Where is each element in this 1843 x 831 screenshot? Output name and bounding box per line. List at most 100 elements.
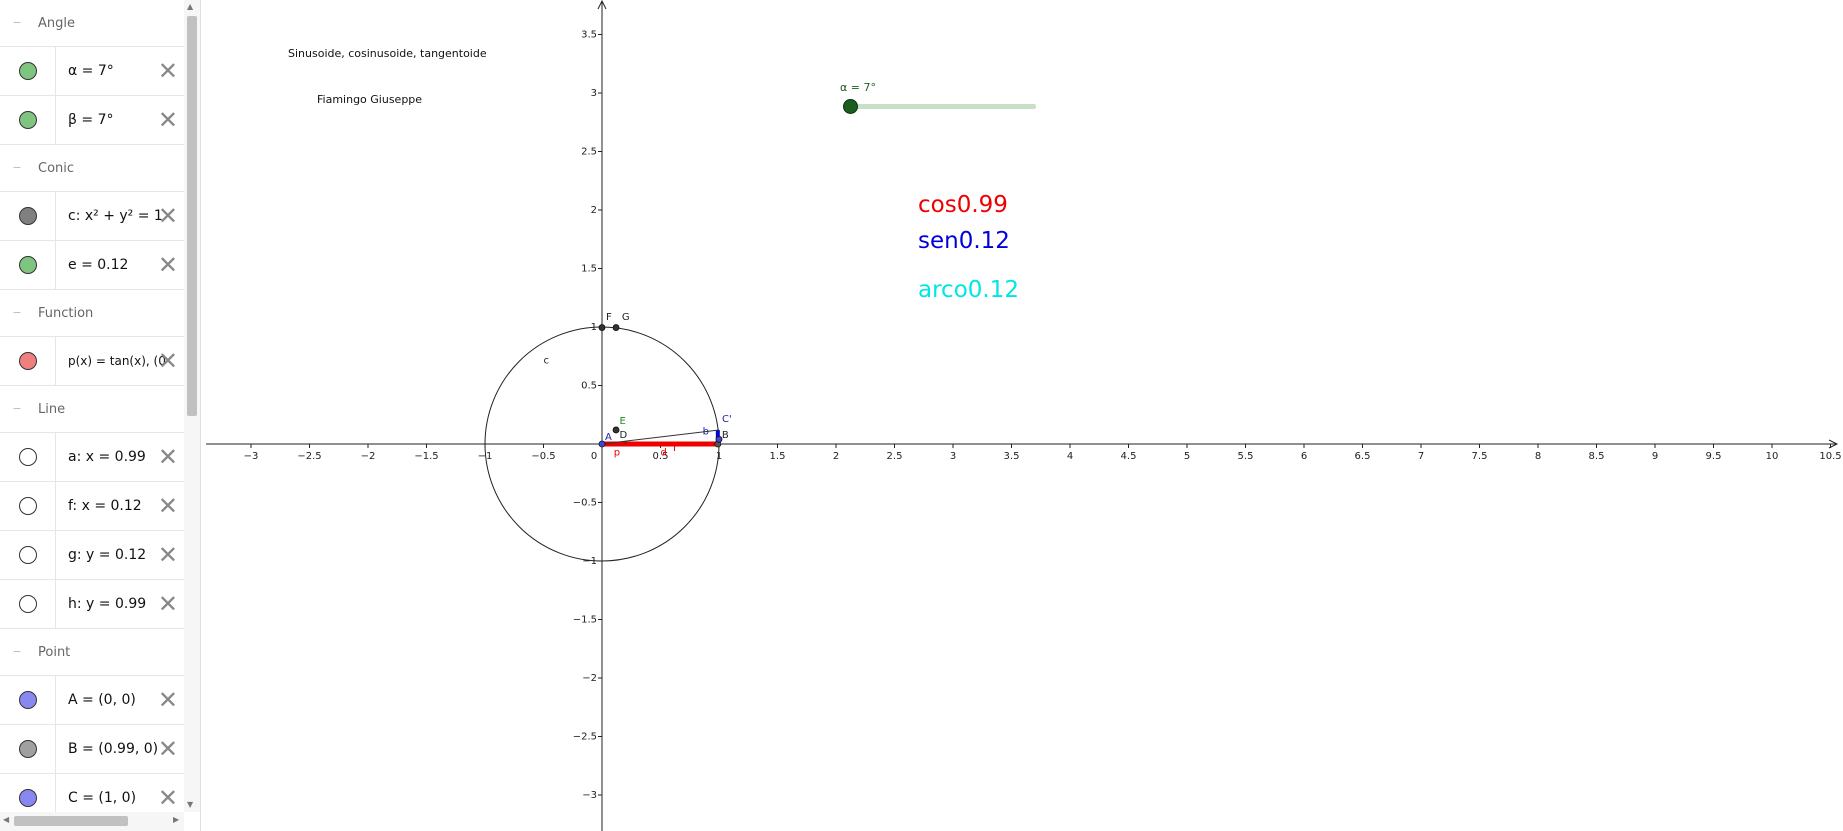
item-expression[interactable]: p(x) = tan(x), (0 <box>68 354 168 368</box>
worksheet-title: Sinusoide, cosinusoide, tangentoide <box>288 47 487 60</box>
horizontal-scrollbar[interactable]: ◀ ▶ <box>0 812 184 831</box>
delete-icon[interactable]: ✕ <box>158 349 178 373</box>
delete-icon[interactable]: ✕ <box>158 786 178 810</box>
visibility-toggle[interactable] <box>18 595 37 613</box>
label-F: F <box>606 312 612 323</box>
scroll-thumb[interactable] <box>14 816 128 826</box>
delete-icon[interactable]: ✕ <box>158 253 178 277</box>
algebra-panel: − Angle α = 7° ✕ β = 7° ✕ − Conic c: x² + y²… <box>0 0 201 831</box>
algebra-item-h[interactable]: h: y = 0.99 ✕ <box>0 580 184 629</box>
item-expression[interactable]: A = (0, 0) <box>68 692 168 708</box>
visibility-toggle[interactable] <box>18 62 37 80</box>
x-tick-label: −2 <box>361 451 376 462</box>
label-c: c <box>544 355 550 366</box>
sen-value-text: sen0.12 <box>918 228 1010 254</box>
visibility-toggle[interactable] <box>18 740 37 758</box>
x-tick-label: 0 <box>591 451 597 462</box>
visibility-toggle[interactable] <box>18 207 37 225</box>
algebra-item-beta[interactable]: β = 7° ✕ <box>0 96 184 145</box>
algebra-item-g[interactable]: g: y = 0.12 ✕ <box>0 531 184 580</box>
visibility-toggle[interactable] <box>18 256 37 274</box>
delete-icon[interactable]: ✕ <box>158 737 178 761</box>
item-expression[interactable]: g: y = 0.12 <box>68 547 168 563</box>
coordinate-plane[interactable]: −3 −2.5 −2 −1.5 −1 −0.5 0 0.5 1 1.5 2 2.5 3 3.5 4 4.5 5 5… <box>206 0 1843 831</box>
scroll-up-icon[interactable]: ▲ <box>187 2 193 11</box>
algebra-item-C[interactable]: C = (1, 0) ✕ <box>0 774 184 812</box>
delete-icon[interactable]: ✕ <box>158 494 178 518</box>
x-tick-label: 2.5 <box>887 451 903 462</box>
item-expression[interactable]: a: x = 0.99 <box>68 449 168 465</box>
scroll-down-icon[interactable]: ▼ <box>187 800 193 809</box>
item-expression[interactable]: e = 0.12 <box>68 257 168 273</box>
visibility-toggle[interactable] <box>18 691 37 709</box>
visibility-toggle[interactable] <box>18 497 37 515</box>
collapse-icon[interactable]: − <box>12 17 22 28</box>
label-E: E <box>620 416 626 427</box>
delete-icon[interactable]: ✕ <box>158 543 178 567</box>
vertical-scrollbar[interactable]: ▲ ▼ <box>184 0 200 812</box>
visibility-toggle[interactable] <box>18 448 37 466</box>
tick-labels: −3 −2.5 −2 −1.5 −1 −0.5 0 0.5 1 1.5 2 2.5 3 3.5 4 4.5 5 5… <box>244 30 1842 802</box>
algebra-item-alpha[interactable]: α = 7° ✕ <box>0 47 184 96</box>
x-tick-label: 10 <box>1766 451 1779 462</box>
x-tick-label: 8 <box>1535 451 1541 462</box>
collapse-icon[interactable]: − <box>12 162 22 173</box>
y-tick-label: −2.5 <box>573 732 597 743</box>
item-expression[interactable]: c: x² + y² = 1 <box>68 208 168 224</box>
algebra-item-a[interactable]: a: x = 0.99 ✕ <box>0 433 184 482</box>
x-tick-label: −2.5 <box>297 451 321 462</box>
graphics-view[interactable]: −3 −2.5 −2 −1.5 −1 −0.5 0 0.5 1 1.5 2 2.5 3 3.5 4 4.5 5 5… <box>206 0 1843 831</box>
group-title: Angle <box>38 15 75 31</box>
label-G: G <box>622 312 630 323</box>
scroll-left-icon[interactable]: ◀ <box>3 815 9 824</box>
slider-label: α = 7° <box>840 81 876 94</box>
item-expression[interactable]: β = 7° <box>68 112 168 128</box>
collapse-icon[interactable]: − <box>12 403 22 414</box>
item-expression[interactable]: α = 7° <box>68 63 168 79</box>
delete-icon[interactable]: ✕ <box>158 204 178 228</box>
visibility-toggle[interactable] <box>18 789 37 807</box>
group-title: Point <box>38 644 71 660</box>
item-expression[interactable]: h: y = 0.99 <box>68 596 168 612</box>
collapse-icon[interactable]: − <box>12 646 22 657</box>
group-line[interactable]: − Line <box>0 386 184 433</box>
item-expression[interactable]: B = (0.99, 0) <box>68 741 168 757</box>
x-tick-label: 3 <box>950 451 956 462</box>
group-function[interactable]: − Function <box>0 290 184 337</box>
label-Cprime: C' <box>722 414 732 425</box>
algebra-item-e[interactable]: e = 0.12 ✕ <box>0 241 184 290</box>
item-expression[interactable]: f: x = 0.12 <box>68 498 168 514</box>
visibility-toggle[interactable] <box>18 546 37 564</box>
x-tick-label: 5.5 <box>1238 451 1254 462</box>
x-tick-label: 9 <box>1652 451 1658 462</box>
scroll-right-icon[interactable]: ▶ <box>173 815 179 824</box>
cos-value-text: cos0.99 <box>918 192 1008 218</box>
visibility-toggle[interactable] <box>18 111 37 129</box>
group-conic[interactable]: − Conic <box>0 145 184 192</box>
algebra-item-B[interactable]: B = (0.99, 0) ✕ <box>0 725 184 774</box>
delete-icon[interactable]: ✕ <box>158 592 178 616</box>
algebra-item-f[interactable]: f: x = 0.12 ✕ <box>0 482 184 531</box>
group-point[interactable]: − Point <box>0 629 184 676</box>
arco-value-text: arco0.12 <box>918 277 1019 303</box>
algebra-list: − Angle α = 7° ✕ β = 7° ✕ − Conic c: x² + y²… <box>0 0 184 812</box>
scroll-thumb[interactable] <box>187 16 197 416</box>
algebra-item-p[interactable]: p(x) = tan(x), (0 ✕ <box>0 337 184 386</box>
delete-icon[interactable]: ✕ <box>158 59 178 83</box>
delete-icon[interactable]: ✕ <box>158 688 178 712</box>
algebra-item-A[interactable]: A = (0, 0) ✕ <box>0 676 184 725</box>
collapse-icon[interactable]: − <box>12 307 22 318</box>
visibility-toggle[interactable] <box>18 352 37 370</box>
item-expression[interactable]: C = (1, 0) <box>68 790 168 806</box>
algebra-item-c[interactable]: c: x² + y² = 1 ✕ <box>0 192 184 241</box>
unit-circle-construction[interactable]: A DE B C' b p d F Gc <box>484 312 732 562</box>
delete-icon[interactable]: ✕ <box>158 108 178 132</box>
point-G <box>612 324 620 331</box>
alpha-slider-knob[interactable] <box>843 99 858 114</box>
delete-icon[interactable]: ✕ <box>158 445 178 469</box>
x-tick-label: 3.5 <box>1004 451 1020 462</box>
y-tick-label: 2.5 <box>581 147 597 158</box>
group-title: Conic <box>38 160 75 176</box>
alpha-slider-track[interactable] <box>851 104 1036 109</box>
group-angle[interactable]: − Angle <box>0 0 184 47</box>
